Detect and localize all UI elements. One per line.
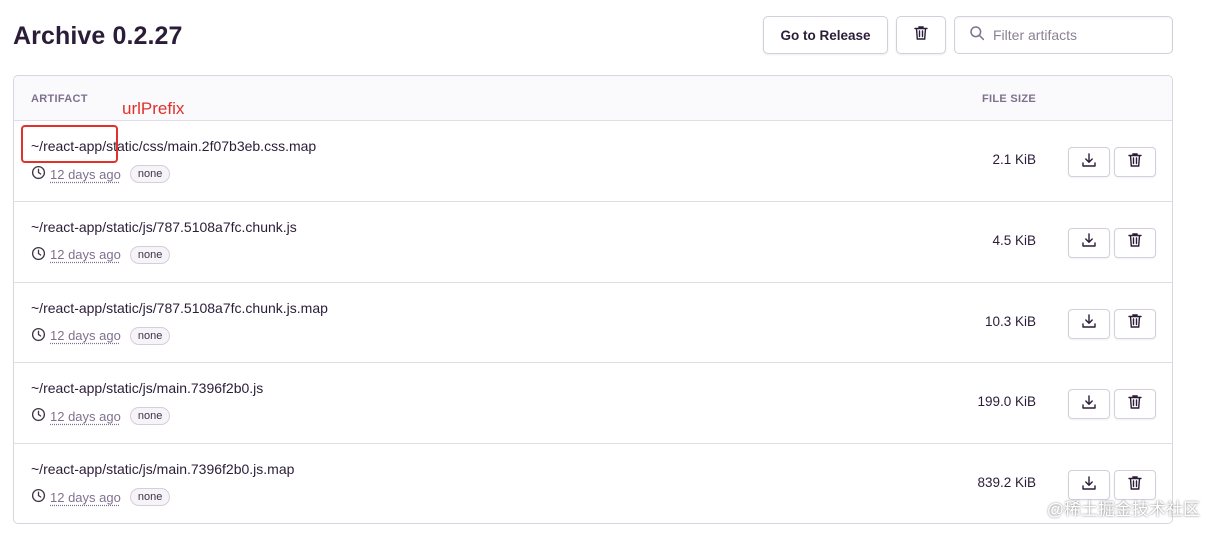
download-icon — [1081, 152, 1097, 173]
artifact-file-size: 4.5 KiB — [992, 232, 1036, 248]
clock-icon — [31, 165, 46, 183]
download-icon — [1081, 394, 1097, 415]
artifacts-table: ARTIFACT FILE SIZE ~/react-app/static/cs… — [13, 75, 1173, 524]
dist-tag-badge: none — [129, 165, 171, 183]
filter-artifacts-search[interactable] — [954, 16, 1173, 54]
trash-icon — [1127, 152, 1143, 173]
table-row: ~/react-app/static/css/main.2f07b3eb.css… — [14, 121, 1172, 202]
search-icon — [969, 25, 985, 46]
search-input[interactable] — [993, 27, 1163, 43]
table-row: ~/react-app/static/js/787.5108a7fc.chunk… — [14, 283, 1172, 364]
annotation-highlight-box — [21, 125, 118, 163]
download-button[interactable] — [1068, 389, 1110, 420]
delete-artifact-button[interactable] — [1114, 389, 1156, 420]
download-button[interactable] — [1068, 227, 1110, 258]
dist-tag-badge: none — [129, 245, 171, 264]
clock-icon — [31, 488, 46, 506]
artifact-file-size: 839.2 KiB — [977, 475, 1036, 491]
artifact-time[interactable]: 12 days ago — [50, 167, 121, 182]
artifact-file-size: 199.0 KiB — [977, 394, 1036, 410]
download-icon — [1081, 475, 1097, 496]
download-button[interactable] — [1068, 147, 1110, 177]
download-icon — [1081, 232, 1097, 253]
artifact-meta: 12 days ago none — [31, 488, 171, 507]
annotation-label: urlPrefix — [122, 99, 185, 118]
dist-tag-badge: none — [129, 407, 171, 426]
artifact-name: ~/react-app/static/js/787.5108a7fc.chunk… — [31, 218, 297, 235]
artifact-time[interactable]: 12 days ago — [50, 328, 121, 343]
trash-icon — [1127, 394, 1143, 415]
artifact-file-size: 2.1 KiB — [992, 152, 1036, 167]
artifact-meta: 12 days ago none — [31, 407, 171, 426]
artifact-time[interactable]: 12 days ago — [50, 247, 121, 262]
column-header-artifact: ARTIFACT — [31, 93, 88, 105]
artifact-meta: 12 days ago none — [31, 245, 171, 264]
artifact-time[interactable]: 12 days ago — [50, 490, 121, 505]
artifact-meta: 12 days ago none — [31, 165, 171, 183]
trash-icon — [1127, 475, 1143, 496]
table-row: ~/react-app/static/js/787.5108a7fc.chunk… — [14, 202, 1172, 283]
page-title: Archive 0.2.27 — [13, 22, 183, 50]
clock-icon — [31, 246, 46, 264]
clock-icon — [31, 327, 46, 345]
delete-artifact-button[interactable] — [1114, 147, 1156, 177]
column-header-file-size: FILE SIZE — [981, 93, 1036, 105]
dist-tag-badge: none — [129, 326, 171, 345]
artifact-name: ~/react-app/static/js/main.7396f2b0.js — [31, 380, 264, 397]
clock-icon — [31, 407, 46, 425]
trash-icon — [913, 25, 929, 46]
download-icon — [1081, 313, 1097, 334]
table-row: ~/react-app/static/js/main.7396f2b0.js 1… — [14, 363, 1172, 445]
delete-archive-button[interactable] — [896, 16, 946, 54]
watermark: @稀土掘金技术社区 — [1046, 500, 1200, 519]
artifact-name: ~/react-app/static/js/main.7396f2b0.js.m… — [31, 461, 295, 478]
trash-icon — [1127, 313, 1143, 334]
dist-tag-badge: none — [129, 488, 171, 507]
delete-artifact-button[interactable] — [1114, 308, 1156, 339]
artifact-file-size: 10.3 KiB — [984, 313, 1036, 329]
delete-artifact-button[interactable] — [1114, 227, 1156, 258]
trash-icon — [1127, 232, 1143, 253]
artifact-meta: 12 days ago none — [31, 326, 171, 345]
download-button[interactable] — [1068, 308, 1110, 339]
artifact-time[interactable]: 12 days ago — [50, 409, 121, 424]
table-row: ~/react-app/static/js/main.7396f2b0.js.m… — [14, 444, 1172, 523]
table-header: ARTIFACT FILE SIZE — [14, 76, 1172, 121]
go-to-release-button[interactable]: Go to Release — [763, 16, 888, 54]
artifact-name: ~/react-app/static/js/787.5108a7fc.chunk… — [31, 299, 328, 316]
